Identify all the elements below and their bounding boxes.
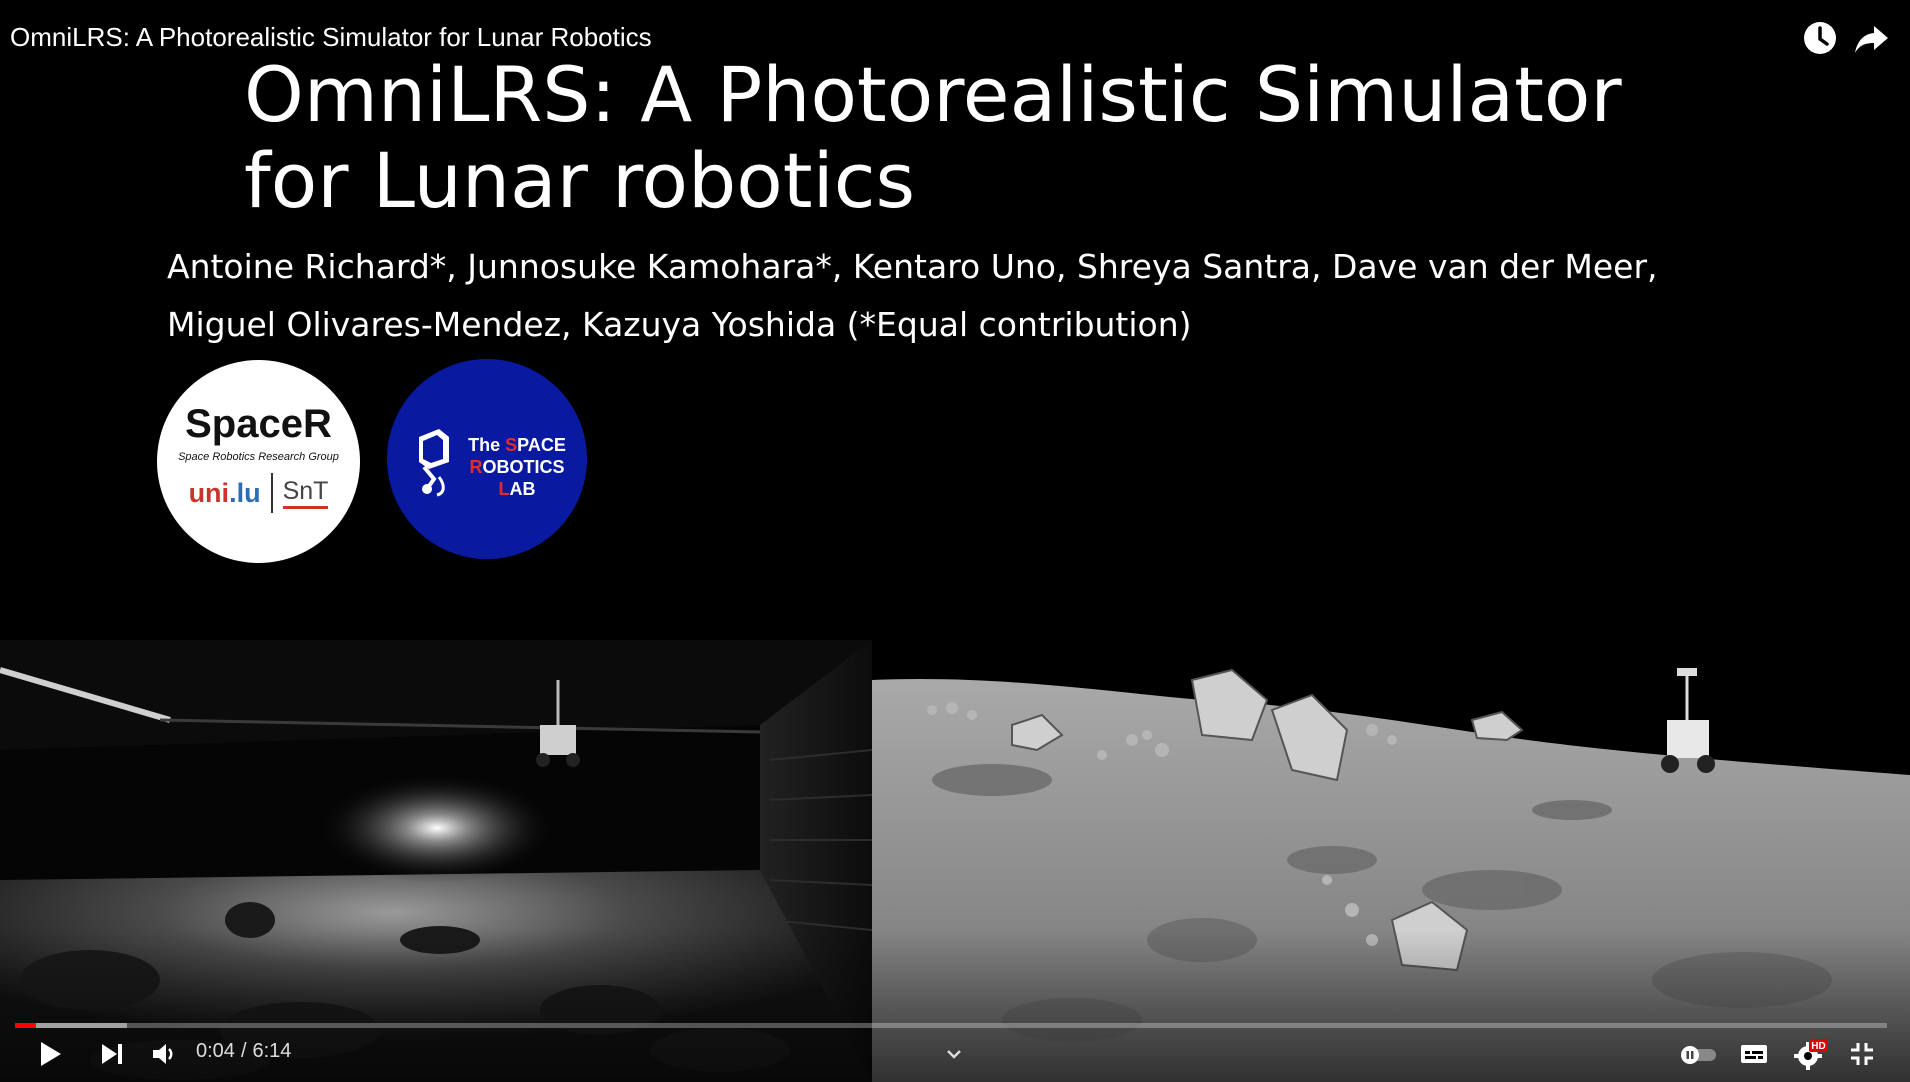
- autoplay-toggle-icon: [1681, 1046, 1716, 1064]
- mute-button[interactable]: [146, 1036, 182, 1072]
- authors-line1: Antoine Richard*, Junnosuke Kamohara*, K…: [167, 247, 1658, 286]
- exit-fullscreen-button[interactable]: [1842, 1036, 1882, 1072]
- progress-bar[interactable]: [15, 1023, 1887, 1028]
- play-icon: [41, 1042, 61, 1066]
- volume-icon: [153, 1044, 173, 1064]
- spacer-logo-subtitle: Space Robotics Research Group: [178, 451, 339, 463]
- robot-arm-icon: [419, 429, 449, 497]
- video-player[interactable]: OmniLRS: A Photorealistic Simulator for …: [0, 0, 1910, 1082]
- progress-played: [15, 1023, 36, 1028]
- authors-line2: Miguel Olivares-Mendez, Kazuya Yoshida (…: [167, 305, 1192, 344]
- slide-authors: Antoine Richard*, Junnosuke Kamohara*, K…: [167, 238, 1658, 354]
- spacer-logo: SpaceR Space Robotics Research Group uni…: [157, 360, 360, 563]
- exit-fullscreen-icon: [1851, 1043, 1873, 1065]
- hd-badge: HD: [1811, 1041, 1825, 1052]
- slide-title-line2: for Lunar robotics: [244, 136, 916, 225]
- next-icon: [102, 1044, 122, 1064]
- settings-button[interactable]: HD: [1790, 1036, 1830, 1072]
- play-button[interactable]: [30, 1036, 70, 1072]
- srl-logo-text: The SPACE ROBOTICS LAB: [468, 435, 566, 499]
- video-title[interactable]: OmniLRS: A Photorealistic Simulator for …: [10, 22, 652, 53]
- logo-divider: [270, 473, 273, 513]
- time-separator: /: [240, 1040, 247, 1062]
- clock-icon: [1804, 22, 1836, 54]
- chapters-button[interactable]: [940, 1036, 968, 1072]
- unilu-logo: uni.lu: [188, 477, 261, 508]
- watch-later-button[interactable]: [1800, 18, 1840, 58]
- time-total: 6:14: [252, 1040, 292, 1062]
- subtitles-icon: [1741, 1045, 1767, 1063]
- autoplay-toggle[interactable]: [1676, 1036, 1720, 1072]
- next-button[interactable]: [92, 1036, 132, 1072]
- spacer-logo-name: SpaceR: [185, 402, 332, 446]
- slide-title: OmniLRS: A Photorealistic Simulator for …: [244, 52, 1622, 224]
- share-button[interactable]: [1852, 18, 1892, 58]
- gear-icon: HD: [1794, 1039, 1828, 1070]
- space-robotics-lab-logo: The SPACE ROBOTICS LAB: [387, 359, 587, 559]
- share-icon: [1855, 26, 1888, 53]
- snt-logo: SnT: [282, 477, 329, 509]
- slide-title-line1: OmniLRS: A Photorealistic Simulator: [244, 50, 1622, 139]
- chevron-down-icon: [947, 1050, 961, 1059]
- time-display: 0:04/6:14: [196, 1040, 291, 1063]
- subtitles-button[interactable]: [1734, 1036, 1774, 1072]
- time-current: 0:04: [196, 1040, 235, 1062]
